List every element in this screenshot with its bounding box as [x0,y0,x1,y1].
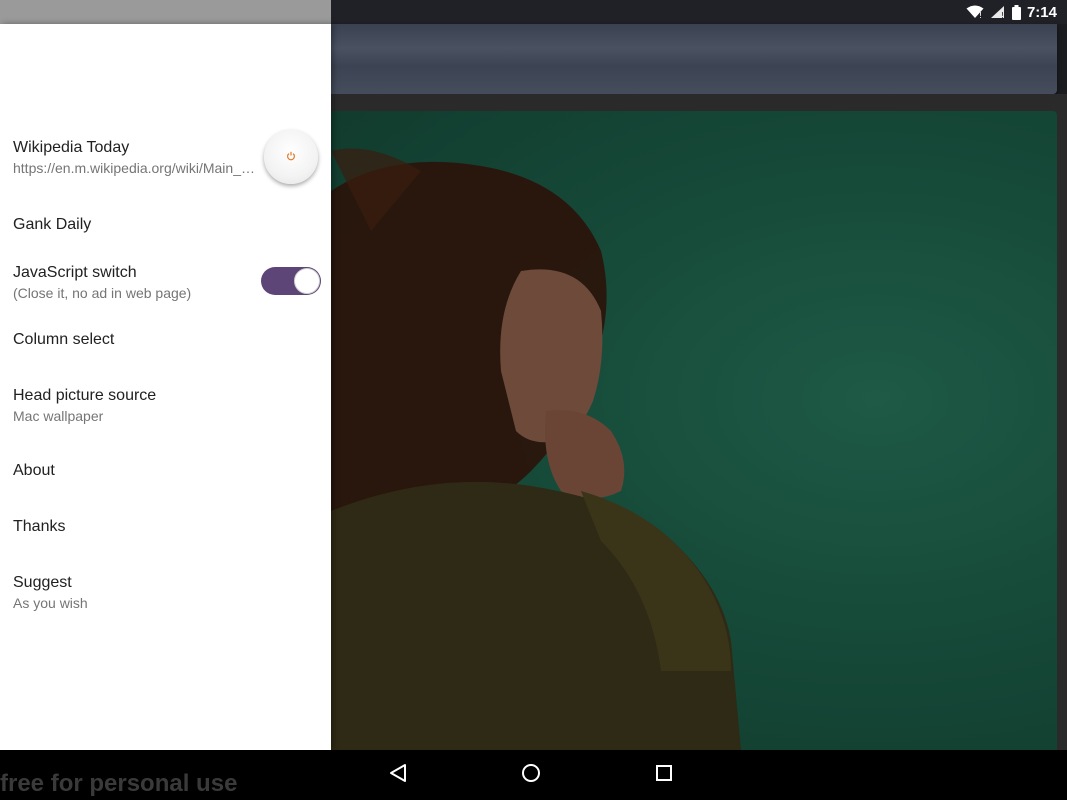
photo-person-silhouette [331,148,741,750]
drawer-item-title: Gank Daily [13,216,92,233]
drawer-item-title: Column select [13,331,115,348]
status-bar: ! ! 7:14 [0,0,1067,24]
wifi-icon: ! [966,5,984,19]
drawer-item-suggest[interactable]: Suggest As you wish [13,573,318,613]
drawer-item-subtitle: https://en.m.wikipedia.org/wiki/Main_Pag… [13,160,258,176]
drawer-item-head-picture-source[interactable]: Head picture source Mac wallpaper [13,386,318,426]
status-bar-drawer-shade [0,0,331,24]
toggle-thumb [294,268,320,294]
drawer-item-about[interactable]: About [13,461,318,481]
navigation-drawer: Wikipedia Today https://en.m.wikipedia.o… [0,24,331,750]
power-button[interactable] [264,130,318,184]
screen: ! ! 7:14 Wikipedia Today https://en.m.wi… [0,0,1067,800]
status-icons: ! ! 7:14 [966,0,1057,24]
background-photo-card[interactable] [331,111,1057,750]
drawer-item-javascript-switch[interactable]: JavaScript switch (Close it, no ad in we… [13,263,253,303]
home-button[interactable] [516,762,546,788]
drawer-item-title: About [13,462,55,479]
drawer-item-subtitle: As you wish [13,595,88,611]
drawer-item-title: Suggest [13,574,72,591]
status-time: 7:14 [1026,3,1057,21]
power-icon [286,148,296,166]
drawer-item-title: JavaScript switch [13,264,137,281]
drawer-item-column-select[interactable]: Column select [13,330,318,350]
drawer-item-wikipedia-today[interactable]: Wikipedia Today https://en.m.wikipedia.o… [13,138,258,178]
drawer-item-thanks[interactable]: Thanks [13,517,318,537]
drawer-item-title: Thanks [13,518,66,535]
drawer-item-title: Head picture source [13,387,157,404]
signal-icon: ! [990,5,1006,19]
svg-text:!: ! [1001,11,1004,19]
drawer-item-subtitle: Mac wallpaper [13,408,104,424]
battery-icon [1011,4,1021,20]
javascript-toggle[interactable] [261,267,321,295]
back-button[interactable] [383,762,413,788]
home-icon [521,763,541,788]
recents-button[interactable] [649,762,679,788]
recents-icon [655,764,673,787]
drawer-item-subtitle: (Close it, no ad in web page) [13,285,192,301]
watermark-text: free for personal use [0,770,238,797]
back-icon [389,763,407,788]
drawer-item-title: Wikipedia Today [13,139,130,156]
drawer-item-gank-daily[interactable]: Gank Daily [13,215,318,235]
background-header-image [331,24,1057,94]
svg-text:!: ! [979,11,982,19]
